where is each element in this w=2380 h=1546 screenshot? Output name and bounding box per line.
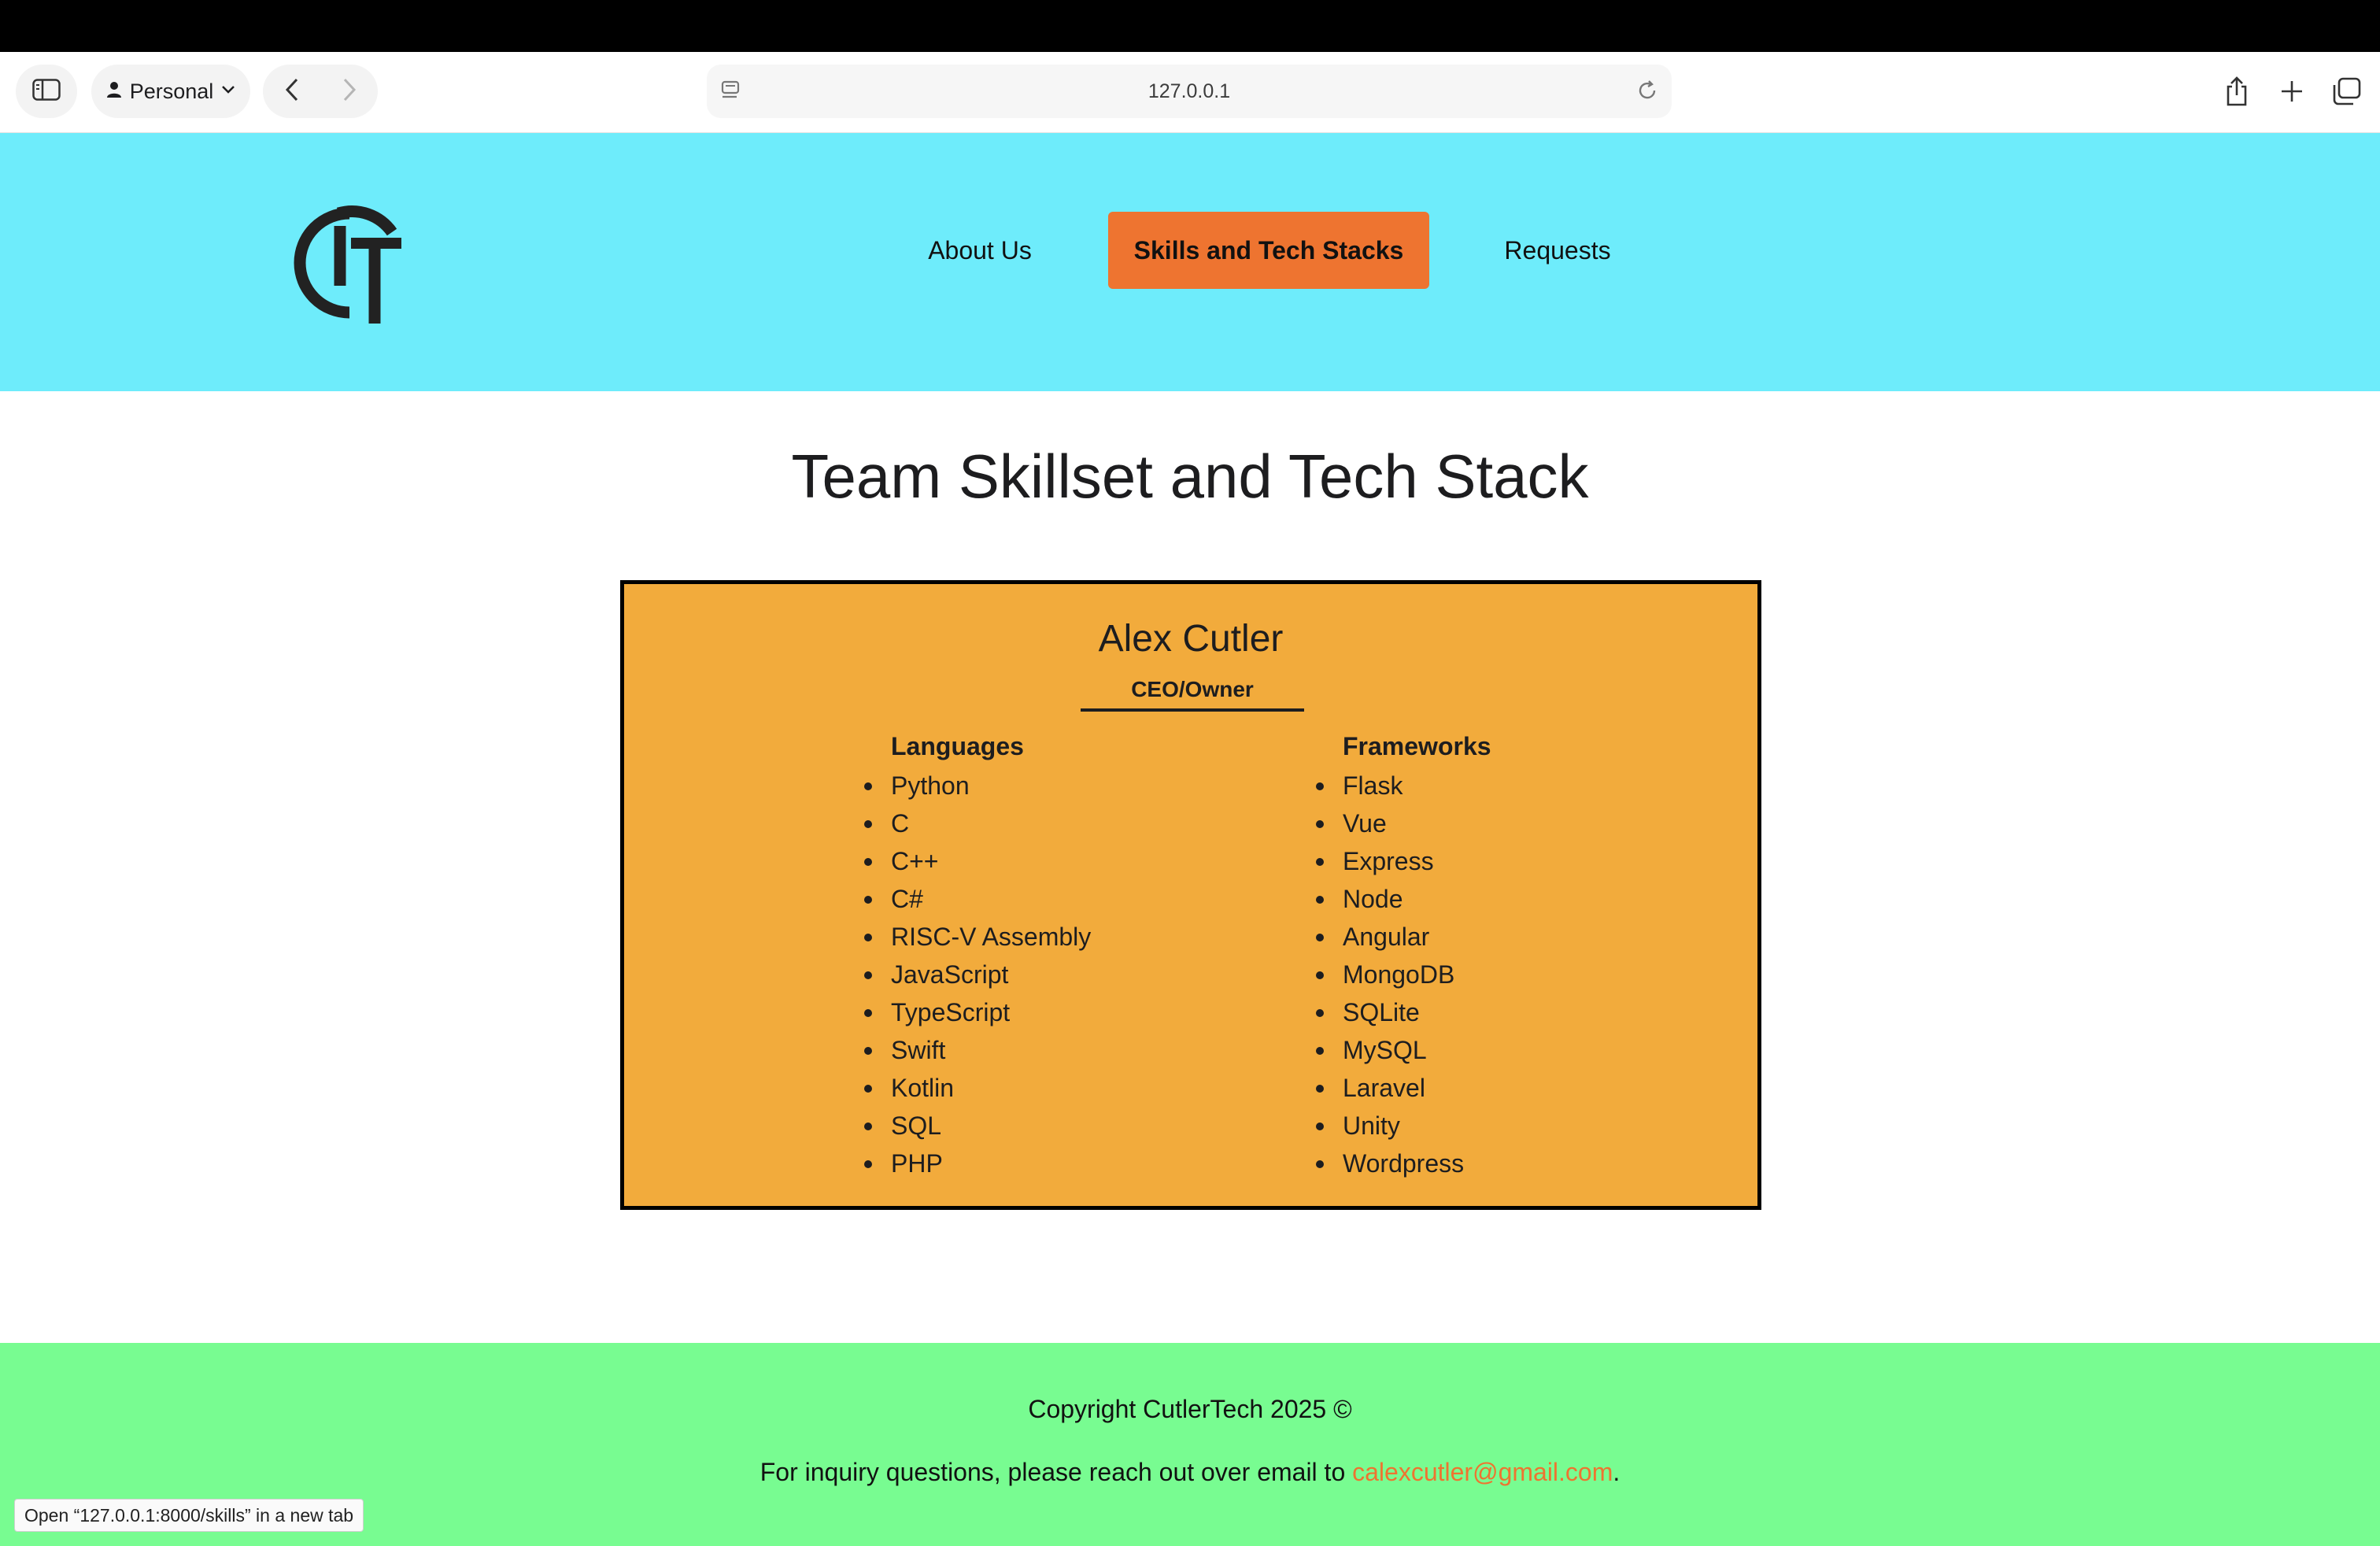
list-item: SQLite <box>1316 993 1491 1031</box>
nav-link-about-us[interactable]: About Us <box>905 212 1055 289</box>
list-item: MongoDB <box>1316 956 1491 993</box>
list-item: Kotlin <box>863 1069 1091 1107</box>
page-title: Team Skillset and Tech Stack <box>791 442 1589 511</box>
member-name: Alex Cutler <box>1098 618 1284 660</box>
tab-overview-icon[interactable] <box>2330 74 2364 109</box>
list-item: TypeScript <box>863 993 1091 1031</box>
inquiry-text: For inquiry questions, please reach out … <box>0 1458 2380 1487</box>
url-text: 127.0.0.1 <box>1148 80 1231 102</box>
person-icon <box>106 81 122 102</box>
profile-button[interactable]: Personal <box>91 65 250 118</box>
list-item: MySQL <box>1316 1031 1491 1069</box>
menu-bar <box>0 0 2380 52</box>
list-item: Flask <box>1316 767 1491 804</box>
browser-toolbar: Personal 127.0.0.1 <box>0 52 2380 133</box>
member-role: CEO/Owner <box>1081 671 1304 712</box>
nav-link-requests[interactable]: Requests <box>1488 212 1628 289</box>
languages-heading: Languages <box>891 732 1024 760</box>
history-nav <box>263 65 378 118</box>
sidebar-toggle-button[interactable] <box>16 65 77 118</box>
new-tab-plus-icon[interactable] <box>2275 74 2309 109</box>
share-icon[interactable] <box>2219 74 2254 109</box>
list-item: JavaScript <box>863 956 1091 993</box>
email-link[interactable]: calexcutler@gmail.com <box>1352 1458 1613 1486</box>
team-member-card: Alex Cutler CEO/Owner Languages Python C… <box>620 580 1761 1210</box>
inquiry-suffix: . <box>1613 1458 1621 1486</box>
link-status-tooltip: Open “127.0.0.1:8000/skills” in a new ta… <box>14 1499 364 1532</box>
forward-arrow-icon[interactable] <box>342 78 357 105</box>
list-item: SQL <box>863 1107 1091 1145</box>
list-item: Unity <box>1316 1107 1491 1145</box>
frameworks-list: Flask Vue Express Node Angular MongoDB S… <box>1316 767 1491 1182</box>
toolbar-actions <box>2219 65 2364 118</box>
list-item: Swift <box>863 1031 1091 1069</box>
chevron-down-icon <box>221 84 235 98</box>
list-item: Python <box>863 767 1091 804</box>
languages-column: Languages Python C C++ C# RISC-V Assembl… <box>863 726 1091 1182</box>
address-bar[interactable]: 127.0.0.1 <box>707 65 1672 118</box>
list-item: Wordpress <box>1316 1145 1491 1182</box>
back-arrow-icon[interactable] <box>285 78 299 105</box>
list-item: Node <box>1316 880 1491 918</box>
sidebar-icon <box>32 78 61 105</box>
list-item: C# <box>863 880 1091 918</box>
list-item: Vue <box>1316 804 1491 842</box>
list-item: C++ <box>863 842 1091 880</box>
site-header: About Us Skills and Tech Stacks Requests <box>0 133 2380 391</box>
list-item: C <box>863 804 1091 842</box>
profile-label: Personal <box>129 79 214 103</box>
list-item: Express <box>1316 842 1491 880</box>
copyright-text: Copyright CutlerTech 2025 © <box>1028 1395 1352 1423</box>
reload-icon[interactable] <box>1635 79 1659 106</box>
list-item: Angular <box>1316 918 1491 956</box>
languages-list: Python C C++ C# RISC-V Assembly JavaScri… <box>863 767 1091 1182</box>
list-item: Laravel <box>1316 1069 1491 1107</box>
list-item: RISC-V Assembly <box>863 918 1091 956</box>
nav-link-skills-active[interactable]: Skills and Tech Stacks <box>1108 212 1429 289</box>
frameworks-column: Frameworks Flask Vue Express Node Angula… <box>1316 726 1491 1182</box>
list-item: PHP <box>863 1145 1091 1182</box>
frameworks-heading: Frameworks <box>1343 732 1491 760</box>
inquiry-prefix: For inquiry questions, please reach out … <box>759 1458 1353 1486</box>
main-nav: About Us Skills and Tech Stacks Requests <box>0 133 2380 391</box>
